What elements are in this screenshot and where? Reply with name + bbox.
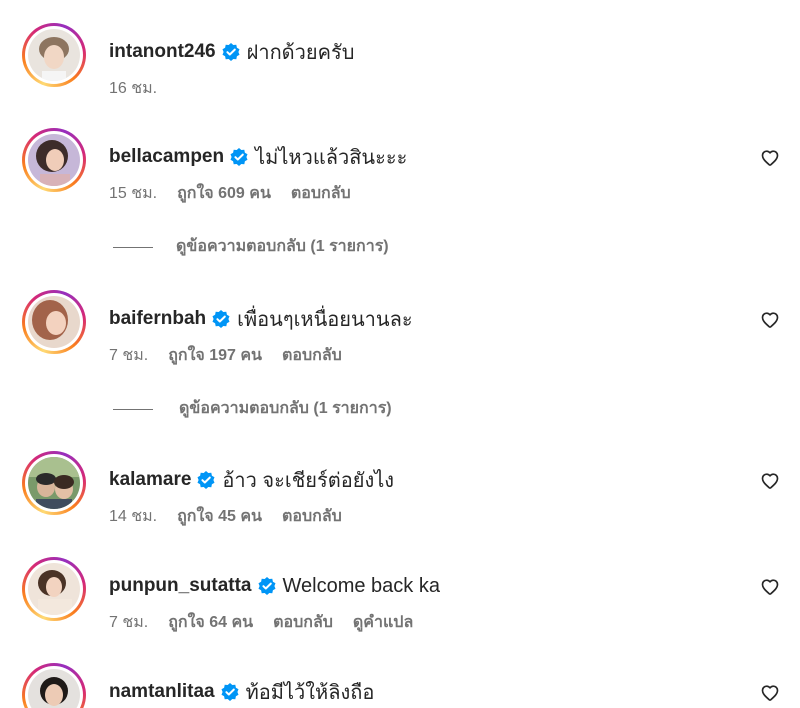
replies-divider [113,409,153,410]
verified-badge-icon [196,470,216,490]
avatar[interactable] [22,128,86,192]
comment-text: ฝากด้วยครับ [246,42,355,64]
view-replies-label[interactable]: ดูข้อความตอบกลับ (1 รายการ) [179,397,392,421]
comment-time[interactable]: 7 ชม. [109,343,148,368]
comment-meta: 16 ชม. [109,77,177,99]
comment-text: ไม่ไหวแล้วสินะะะ [255,147,408,169]
comment-likes[interactable]: ถูกใจ 45 คน [177,504,262,529]
verified-badge-icon [229,147,249,167]
comment-username[interactable]: bellacampen [109,146,224,168]
avatar[interactable] [22,23,86,87]
view-replies[interactable]: ดูข้อความตอบกลับ (1 รายการ) [0,235,800,259]
comment-time[interactable]: 16 ชม. [109,76,157,101]
comment-header: namtanlitaa ท้อมีไว้ให้ลิงถือ [109,677,374,707]
comment-time[interactable]: 14 ชม. [109,504,157,529]
verified-badge-icon [220,682,240,702]
view-replies[interactable]: ดูข้อความตอบกลับ (1 รายการ) [0,397,800,421]
reply-button[interactable]: ตอบกลับ [291,181,351,206]
comment-username[interactable]: namtanlitaa [109,681,215,703]
comment-text: Welcome back ka [282,574,440,597]
avatar[interactable] [22,451,86,515]
replies-divider [113,247,153,248]
comment-username[interactable]: intanont246 [109,41,216,63]
comment-text: อ้าว จะเชียร์ต่อยังไง [222,470,395,492]
comment-meta: 14 ชม. ถูกใจ 45 คน ตอบกลับ [109,505,362,527]
reply-button[interactable]: ตอบกลับ [282,343,342,368]
avatar[interactable] [22,557,86,621]
avatar[interactable] [22,290,86,354]
comment-likes[interactable]: ถูกใจ 64 คน [168,610,253,635]
comment-text: ท้อมีไว้ให้ลิงถือ [245,682,375,704]
comment-username[interactable]: baifernbah [109,308,206,330]
verified-badge-icon [257,576,277,596]
see-translation-button[interactable]: ดูคำแปล [353,610,413,635]
heart-outline-icon[interactable] [760,310,780,330]
comment-username[interactable]: kalamare [109,469,191,491]
comment-meta: 15 ชม. ถูกใจ 609 คน ตอบกลับ [109,182,371,204]
comment-meta: 7 ชม. ถูกใจ 64 คน ตอบกลับ ดูคำแปล [109,611,433,633]
comment-time[interactable]: 15 ชม. [109,181,157,206]
reply-button[interactable]: ตอบกลับ [282,504,342,529]
comment-header: punpun_sutatta Welcome back ka [109,571,440,601]
comment-username[interactable]: punpun_sutatta [109,575,252,597]
comment-likes[interactable]: ถูกใจ 609 คน [177,181,271,206]
comment-meta: 7 ชม. ถูกใจ 197 คน ตอบกลับ [109,344,362,366]
comment-header: kalamare อ้าว จะเชียร์ต่อยังไง [109,465,394,495]
comment-time[interactable]: 7 ชม. [109,610,148,635]
verified-badge-icon [221,42,241,62]
heart-outline-icon[interactable] [760,683,780,703]
heart-outline-icon[interactable] [760,577,780,597]
reply-button[interactable]: ตอบกลับ [273,610,333,635]
comment-text: เพื่อนๆเหนื่อยนานละ [237,309,413,331]
heart-outline-icon[interactable] [760,471,780,491]
comment-header: intanont246 ฝากด้วยครับ [109,37,354,67]
comment-likes[interactable]: ถูกใจ 197 คน [168,343,262,368]
comments-list: intanont246 ฝากด้วยครับ 16 ชม. bellacamp… [0,0,800,708]
comment-header: bellacampen ไม่ไหวแล้วสินะะะ [109,142,407,172]
view-replies-label[interactable]: ดูข้อความตอบกลับ (1 รายการ) [176,235,389,259]
comment-header: baifernbah เพื่อนๆเหนื่อยนานละ [109,304,413,334]
verified-badge-icon [211,309,231,329]
avatar[interactable] [22,663,86,708]
heart-outline-icon[interactable] [760,148,780,168]
